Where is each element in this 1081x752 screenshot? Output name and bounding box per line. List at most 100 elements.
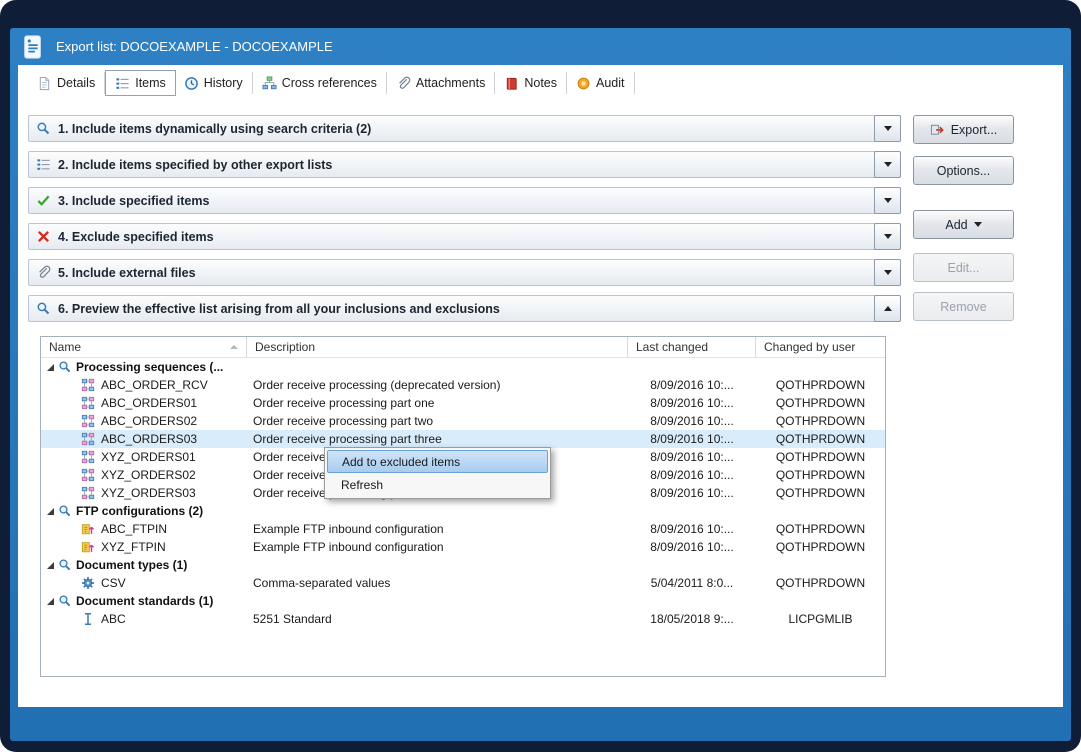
context-menu: Add to excluded items Refresh (324, 447, 551, 499)
options-button[interactable]: Options... (913, 156, 1014, 185)
history-icon (184, 76, 199, 91)
table-row[interactable]: ABC_ORDERS02 Order receive processing pa… (41, 412, 885, 430)
edit-button[interactable]: Edit... (913, 253, 1014, 282)
column-header-last-changed[interactable]: Last changed (628, 337, 756, 357)
tab-details[interactable]: Details (28, 72, 105, 94)
chevron-down-icon (884, 234, 892, 239)
sequence-icon (81, 414, 95, 428)
window-content: Details Items History Cross references A… (18, 65, 1063, 707)
check-icon (36, 193, 51, 208)
preview-table: Name Description Last changed Changed by… (40, 336, 886, 677)
sort-ascending-icon (230, 345, 238, 349)
section-label: 5. Include external files (58, 266, 196, 280)
search-icon (58, 594, 72, 608)
table-row-group[interactable]: FTP configurations (2) (41, 502, 885, 520)
chevron-down-icon (884, 126, 892, 131)
table-row[interactable]: ABC_FTPIN Example FTP inbound configurat… (41, 520, 885, 538)
menu-item-refresh[interactable]: Refresh (327, 473, 548, 496)
tree-expander-icon[interactable] (47, 598, 54, 605)
cross-references-icon (262, 76, 277, 91)
section-expand-button[interactable] (874, 187, 901, 214)
table-row[interactable]: CSV Comma-separated values 5/04/2011 8:0… (41, 574, 885, 592)
button-label: Edit... (948, 261, 980, 275)
table-row-selected[interactable]: ABC_ORDERS03 Order receive processing pa… (41, 430, 885, 448)
section-label: 4. Exclude specified items (58, 230, 214, 244)
section-collapse-button[interactable] (874, 295, 901, 322)
tab-label: Items (135, 76, 166, 90)
window-titlebar[interactable]: Export list: DOCOEXAMPLE - DOCOEXAMPLE (10, 28, 1071, 65)
tab-label: Attachments (416, 76, 485, 90)
section-expand-button[interactable] (874, 115, 901, 142)
chevron-down-icon (974, 222, 982, 227)
export-list-icon (20, 34, 46, 60)
column-header-description[interactable]: Description (247, 337, 628, 357)
tab-items[interactable]: Items (105, 70, 176, 96)
chevron-down-icon (884, 198, 892, 203)
tab-audit[interactable]: Audit (567, 72, 635, 94)
table-row-group[interactable]: Document types (1) (41, 556, 885, 574)
table-row-group[interactable]: Processing sequences (... (41, 358, 885, 376)
section-exclude-specified-items[interactable]: 4. Exclude specified items (28, 223, 901, 250)
window-title: Export list: DOCOEXAMPLE - DOCOEXAMPLE (56, 39, 333, 54)
tree-expander-icon[interactable] (47, 508, 54, 515)
section-include-external-files[interactable]: 5. Include external files (28, 259, 901, 286)
table-row[interactable]: ABC_ORDERS01 Order receive processing pa… (41, 394, 885, 412)
items-icon (115, 76, 130, 91)
tab-attachments[interactable]: Attachments (387, 72, 495, 94)
gear-icon (81, 576, 95, 590)
sequence-icon (81, 432, 95, 446)
button-label: Options... (937, 164, 991, 178)
ftp-icon (81, 540, 95, 554)
add-button[interactable]: Add (913, 210, 1014, 239)
chevron-down-icon (884, 162, 892, 167)
section-include-search-criteria[interactable]: 1. Include items dynamically using searc… (28, 115, 901, 142)
export-icon (930, 122, 945, 137)
table-row[interactable]: XYZ_FTPIN Example FTP inbound configurat… (41, 538, 885, 556)
section-include-other-lists[interactable]: 2. Include items specified by other expo… (28, 151, 901, 178)
section-label: 3. Include specified items (58, 194, 209, 208)
section-preview-effective-list[interactable]: 6. Preview the effective list arising fr… (28, 295, 901, 322)
column-header-changed-by-user[interactable]: Changed by user (756, 337, 885, 357)
button-label: Remove (940, 300, 987, 314)
section-expand-button[interactable] (874, 151, 901, 178)
tab-label: Cross references (282, 76, 377, 90)
menu-item-add-to-excluded-items[interactable]: Add to excluded items (327, 450, 548, 473)
desktop-frame: Export list: DOCOEXAMPLE - DOCOEXAMPLE D… (0, 0, 1081, 752)
column-header-name[interactable]: Name (41, 337, 247, 357)
section-include-specified-items[interactable]: 3. Include specified items (28, 187, 901, 214)
search-icon (36, 121, 51, 136)
paperclip-icon (36, 265, 51, 280)
table-row-group[interactable]: Document standards (1) (41, 592, 885, 610)
sequence-icon (81, 378, 95, 392)
search-icon (58, 504, 72, 518)
chevron-up-icon (884, 306, 892, 311)
search-icon (58, 360, 72, 374)
chevron-down-icon (884, 270, 892, 275)
section-label: 6. Preview the effective list arising fr… (58, 302, 500, 316)
tab-history[interactable]: History (175, 72, 253, 94)
section-expand-button[interactable] (874, 259, 901, 286)
standard-icon (81, 612, 95, 626)
section-expand-button[interactable] (874, 223, 901, 250)
search-icon (58, 558, 72, 572)
section-list: 1. Include items dynamically using searc… (28, 115, 901, 322)
remove-button[interactable]: Remove (913, 292, 1014, 321)
ftp-icon (81, 522, 95, 536)
tree-expander-icon[interactable] (47, 364, 54, 371)
list-icon (36, 157, 51, 172)
tab-label: Details (57, 76, 95, 90)
page-icon (37, 76, 52, 91)
button-label: Export... (951, 123, 998, 137)
tree-expander-icon[interactable] (47, 562, 54, 569)
export-button[interactable]: Export... (913, 115, 1014, 144)
section-label: 1. Include items dynamically using searc… (58, 122, 371, 136)
side-button-panel: Export... Options... Add Edit... Remove (913, 65, 1014, 707)
table-row[interactable]: ABC_ORDER_RCV Order receive processing (… (41, 376, 885, 394)
export-list-window: Export list: DOCOEXAMPLE - DOCOEXAMPLE D… (10, 28, 1071, 741)
paperclip-icon (396, 76, 411, 91)
tab-strip: Details Items History Cross references A… (28, 70, 635, 96)
tab-cross-references[interactable]: Cross references (253, 72, 387, 94)
tab-label: History (204, 76, 243, 90)
tab-notes[interactable]: Notes (495, 72, 567, 94)
table-row[interactable]: ABC 5251 Standard 18/05/2018 9:... LICPG… (41, 610, 885, 628)
